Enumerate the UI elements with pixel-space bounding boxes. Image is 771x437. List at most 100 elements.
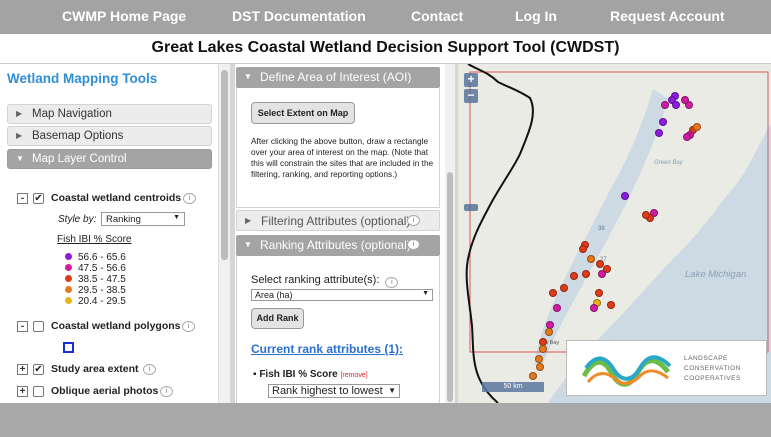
zoom-slider-handle[interactable] [464, 204, 478, 211]
layer-name-oblique: Oblique aerial photos [51, 385, 159, 397]
current-rank-attributes-link[interactable]: Current rank attributes (1): [251, 342, 403, 356]
nav-link-request-account[interactable]: Request Account [610, 8, 725, 24]
nav-link-login[interactable]: Log In [515, 8, 557, 24]
aoi-header[interactable]: ▼ Define Area of Interest (AOI) [236, 67, 440, 88]
info-icon[interactable]: i [407, 239, 420, 250]
style-by-label: Style by: [58, 214, 97, 225]
wetland-point[interactable] [529, 371, 538, 380]
map-view[interactable]: + − Green Bay Lake Michigan 38 27 an Bay… [458, 64, 771, 403]
map-label-green-bay: Green Bay [654, 160, 683, 166]
aoi-instructions: After clicking the above button, draw a … [251, 136, 434, 179]
wetland-point[interactable] [578, 244, 587, 253]
wetland-point[interactable] [539, 344, 548, 353]
centroids-checkbox[interactable]: ✔ [33, 193, 44, 204]
map-label-lake-michigan: Lake Michigan [685, 269, 747, 280]
rank-order-value: Rank highest to lowest [272, 385, 383, 397]
caret-right-icon: ▶ [16, 109, 23, 118]
wetland-point[interactable] [594, 288, 603, 297]
title-bar: Great Lakes Coastal Wetland Decision Sup… [0, 34, 771, 64]
info-icon[interactable]: i [407, 215, 420, 226]
bottom-bar [0, 403, 771, 437]
wetland-point[interactable] [544, 327, 553, 336]
wetland-point[interactable] [661, 100, 670, 109]
expand-button[interactable]: + [17, 364, 28, 375]
legend-label: 56.6 - 65.6 [78, 252, 126, 263]
oblique-checkbox[interactable] [33, 386, 44, 397]
scroll-thumb[interactable] [221, 70, 228, 260]
wetland-point[interactable] [569, 271, 578, 280]
legend-row: 56.6 - 65.6 [65, 252, 126, 263]
info-icon[interactable]: i [160, 386, 173, 397]
info-icon[interactable]: i [385, 277, 399, 288]
wetland-point[interactable] [680, 95, 689, 104]
scroll-thumb[interactable] [447, 172, 453, 402]
wetland-point[interactable] [552, 304, 561, 313]
lcc-logo-text: LANDSCAPE CONSERVATION COOPERATIVES [684, 354, 741, 384]
expand-button[interactable]: + [17, 386, 28, 397]
legend-row: 20.4 - 29.5 [65, 296, 126, 307]
polygon-swatch [63, 342, 74, 353]
page-title: Great Lakes Coastal Wetland Decision Sup… [151, 39, 620, 56]
legend-label: 29.5 - 38.5 [78, 285, 126, 296]
section-label: Map Layer Control [32, 153, 127, 165]
map-label-road: 38 [598, 226, 605, 232]
legend-row: 38.5 - 47.5 [65, 274, 126, 285]
decision-support-panel: ▼ Define Area of Interest (AOI) Select E… [235, 64, 445, 403]
section-label: Map Navigation [32, 108, 112, 120]
section-label: Basemap Options [32, 130, 124, 142]
ranking-header-label: Ranking Attributes (optional) [260, 238, 411, 252]
wetland-point[interactable] [692, 122, 701, 131]
section-map-navigation[interactable]: ▶ Map Navigation [7, 104, 212, 124]
legend-row: 47.5 - 56.6 [65, 263, 126, 274]
layer-name-centroids: Coastal wetland centroids [51, 192, 182, 204]
rank-order-select[interactable]: Rank highest to lowest ▼ [268, 384, 400, 398]
wetland-point[interactable] [587, 254, 596, 263]
lcc-logo: LANDSCAPE CONSERVATION COOPERATIVES [566, 340, 767, 396]
lcc-logo-icon [582, 355, 672, 387]
style-by-select[interactable]: Ranking ▼ [101, 212, 185, 226]
style-by-value: Ranking [106, 214, 141, 225]
ranking-attribute-select[interactable]: Area (ha) ▼ [251, 289, 433, 301]
wetland-point[interactable] [659, 117, 667, 126]
polygons-checkbox[interactable] [33, 321, 44, 332]
filtering-header[interactable]: ▶ Filtering Attributes (optional) i [236, 210, 440, 231]
select-extent-button[interactable]: Select Extent on Map [251, 102, 355, 124]
ranking-header[interactable]: ▼ Ranking Attributes (optional) i [236, 235, 440, 256]
legend-swatch [65, 252, 72, 260]
zoom-in-button[interactable]: + [464, 73, 478, 87]
info-icon[interactable]: i [182, 321, 195, 332]
wetland-point[interactable] [534, 354, 543, 363]
left-scrollbar[interactable] [218, 64, 230, 403]
top-nav-bar: CWMP Home Page DST Documentation Contact… [0, 0, 771, 34]
filtering-header-label: Filtering Attributes (optional) [261, 214, 411, 228]
current-rank-item: ▪ Fish IBI % Score [remove] [253, 369, 368, 380]
wetland-mapping-tools-panel: Wetland Mapping Tools ▶ Map Navigation ▶… [0, 64, 228, 403]
ranking-select-label: Select ranking attribute(s): i [251, 274, 399, 288]
legend-swatch [65, 296, 72, 304]
legend-swatch [65, 285, 72, 293]
section-map-layer-control[interactable]: ▼ Map Layer Control [7, 149, 212, 169]
aoi-header-label: Define Area of Interest (AOI) [260, 70, 412, 84]
add-rank-button[interactable]: Add Rank [251, 308, 304, 329]
nav-link-contact[interactable]: Contact [411, 8, 463, 24]
section-basemap-options[interactable]: ▶ Basemap Options [7, 126, 212, 146]
zoom-out-button[interactable]: − [464, 89, 478, 103]
study-area-checkbox[interactable]: ✔ [33, 364, 44, 375]
info-icon[interactable]: i [183, 193, 196, 204]
middle-scrollbar[interactable] [445, 64, 455, 403]
info-icon[interactable]: i [143, 364, 156, 375]
dropdown-arrow-icon: ▼ [173, 214, 180, 221]
legend-label: 38.5 - 47.5 [78, 274, 126, 285]
legend-swatch [65, 274, 72, 282]
collapse-button[interactable]: - [17, 193, 28, 204]
remove-link[interactable]: [remove] [340, 372, 367, 379]
lcc-logo-line: COOPERATIVES [684, 375, 741, 382]
wetland-point[interactable] [683, 132, 692, 141]
legend-row: 29.5 - 38.5 [65, 285, 126, 296]
caret-right-icon: ▶ [16, 131, 23, 140]
ranking-attribute-value: Area (ha) [255, 290, 293, 300]
nav-link-documentation[interactable]: DST Documentation [232, 8, 366, 24]
lcc-logo-line: CONSERVATION [684, 365, 741, 372]
nav-link-home[interactable]: CWMP Home Page [62, 8, 186, 24]
collapse-button[interactable]: - [17, 321, 28, 332]
